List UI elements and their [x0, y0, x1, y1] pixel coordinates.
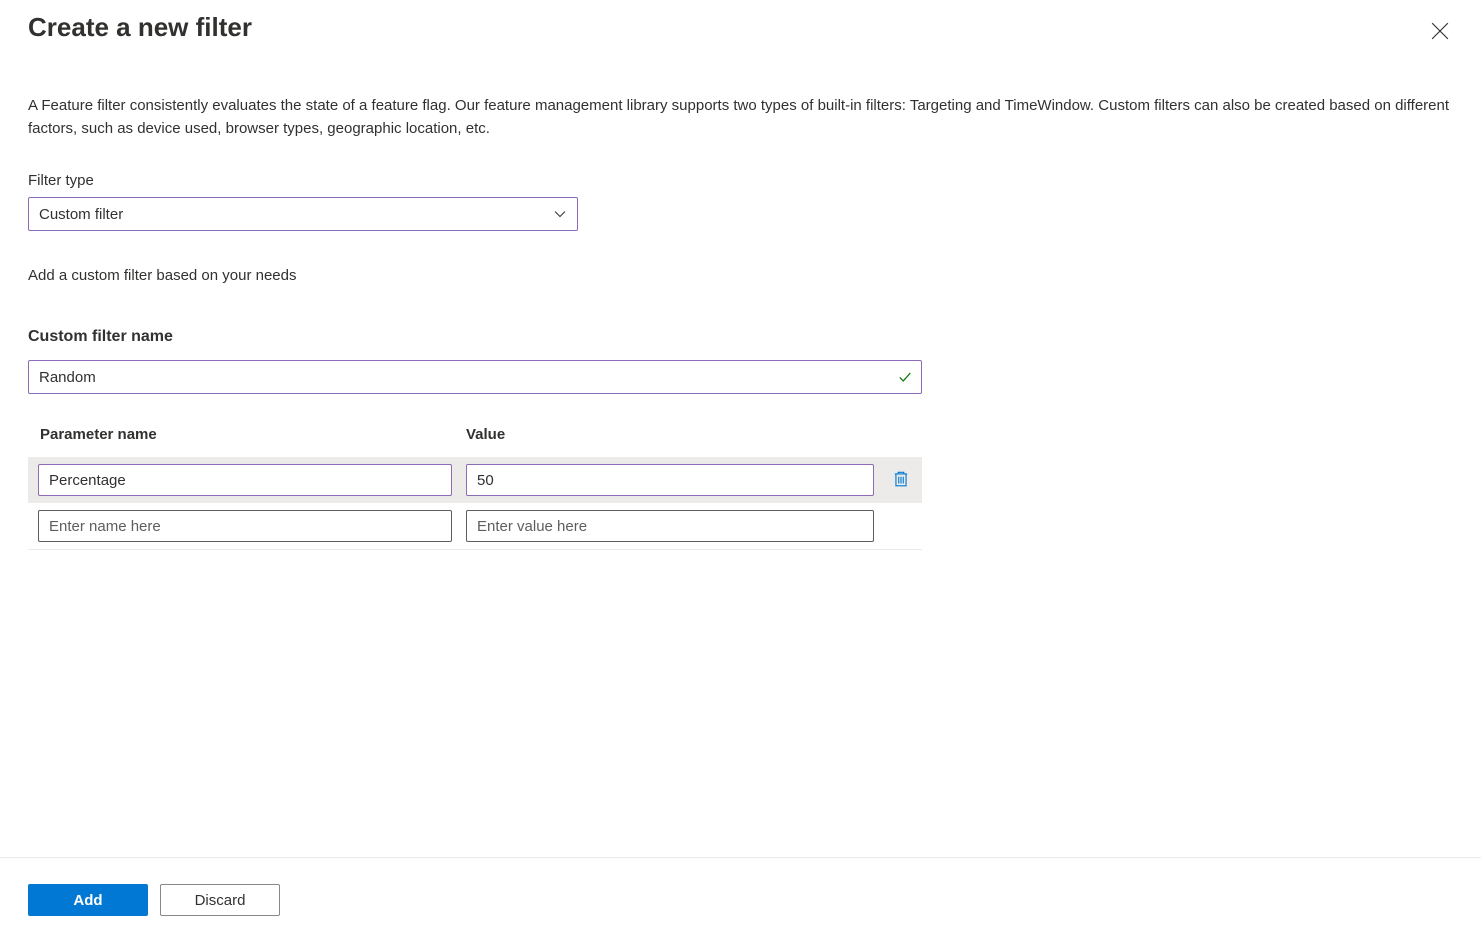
add-button[interactable]: Add	[28, 884, 148, 916]
page-title: Create a new filter	[28, 12, 252, 43]
trash-icon	[892, 470, 910, 491]
close-button[interactable]	[1427, 18, 1453, 47]
filter-help-text: Add a custom filter based on your needs	[28, 267, 1453, 284]
delete-param-button[interactable]	[888, 466, 914, 495]
param-row	[28, 457, 922, 503]
param-name-input[interactable]	[38, 510, 452, 542]
custom-filter-name-input[interactable]	[28, 360, 922, 394]
param-divider	[28, 549, 922, 550]
param-name-input[interactable]	[38, 464, 452, 496]
param-header-value: Value	[466, 426, 910, 443]
custom-filter-name-label: Custom filter name	[28, 328, 1453, 346]
filter-type-label: Filter type	[28, 172, 1453, 189]
footer: Add Discard	[0, 857, 1481, 942]
param-header-name: Parameter name	[40, 426, 466, 443]
discard-button[interactable]: Discard	[160, 884, 280, 916]
filter-type-select[interactable]: Custom filter	[28, 197, 578, 231]
close-icon	[1431, 22, 1449, 43]
param-value-input[interactable]	[466, 510, 874, 542]
filter-type-selected-value: Custom filter	[39, 206, 123, 223]
param-value-input[interactable]	[466, 464, 874, 496]
param-row	[28, 503, 922, 549]
description-text: A Feature filter consistently evaluates …	[28, 95, 1453, 140]
